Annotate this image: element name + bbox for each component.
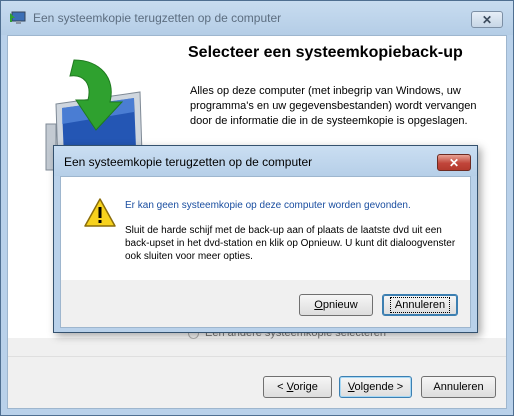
- close-icon: ✕: [481, 12, 493, 27]
- next-button[interactable]: Volgende >: [339, 376, 412, 398]
- window-close-button[interactable]: ✕: [471, 11, 503, 28]
- back-button-label: < Vorige: [277, 381, 318, 393]
- dialog-message-panel: Er kan geen systeemkopie op deze compute…: [61, 177, 470, 280]
- restore-computer-icon: [10, 11, 26, 24]
- window-titlebar[interactable]: Een systeemkopie terugzetten op de compu…: [1, 1, 513, 35]
- dialog-client-area: Er kan geen systeemkopie op deze compute…: [60, 176, 471, 328]
- dialog-close-button[interactable]: ✕: [437, 154, 471, 171]
- wizard-separator: [8, 356, 506, 357]
- dialog-main-instruction: Er kan geen systeemkopie op deze compute…: [125, 200, 411, 211]
- cancel-button[interactable]: Annuleren: [421, 376, 496, 398]
- dialog-title: Een systeemkopie terugzetten op de compu…: [64, 155, 313, 169]
- wizard-description: Alles op deze computer (met inbegrip van…: [190, 85, 477, 127]
- retry-button[interactable]: Opnieuw: [299, 294, 373, 316]
- window-title: Een systeemkopie terugzetten op de compu…: [33, 11, 282, 25]
- dialog-cancel-label: Annuleren: [389, 297, 451, 313]
- close-icon: ✕: [448, 155, 460, 170]
- warning-triangle-icon: [84, 198, 116, 227]
- back-button[interactable]: < Vorige: [263, 376, 332, 398]
- dialog-titlebar[interactable]: Een systeemkopie terugzetten op de compu…: [54, 146, 477, 176]
- dialog-content-text: Sluit de harde schijf met de back-up aan…: [125, 225, 456, 262]
- dialog-cancel-button[interactable]: Annuleren: [382, 294, 458, 316]
- retry-button-label: Opnieuw: [314, 299, 358, 311]
- cancel-button-label: Annuleren: [433, 381, 484, 393]
- wizard-heading: Selecteer een systeemkopieback-up: [188, 44, 463, 61]
- next-button-label: Volgende >: [347, 381, 404, 393]
- no-image-found-dialog: Een systeemkopie terugzetten op de compu…: [53, 145, 478, 333]
